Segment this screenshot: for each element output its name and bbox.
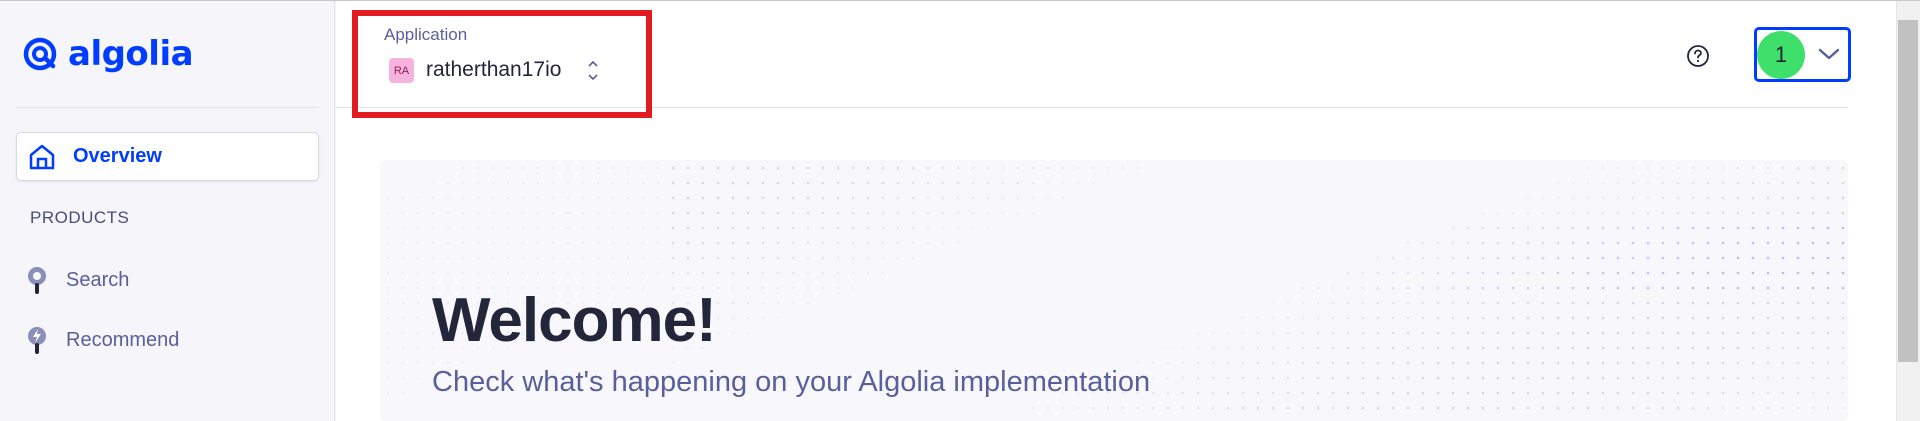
products-section-title: PRODUCTS	[30, 208, 130, 227]
home-icon	[29, 144, 55, 169]
sidebar-item-label: Search	[66, 268, 130, 291]
algolia-logo[interactable]: algolia	[22, 34, 194, 74]
scrollbar-thumb[interactable]	[1898, 20, 1918, 362]
sidebar-item-search[interactable]: Search	[26, 265, 129, 295]
avatar[interactable]: 1	[1757, 31, 1805, 79]
sidebar-item-overview[interactable]: Overview	[16, 132, 319, 181]
recommend-product-icon	[28, 327, 46, 354]
chevron-down-icon[interactable]	[1817, 44, 1841, 69]
sidebar-divider	[16, 107, 319, 108]
search-product-icon	[28, 267, 46, 294]
page-subtitle: Check what's happening on your Algolia i…	[432, 366, 1151, 398]
help-circle-icon[interactable]	[1686, 44, 1710, 73]
algolia-logo-text: algolia	[68, 34, 194, 74]
algolia-logo-icon	[23, 37, 57, 71]
sidebar-item-recommend[interactable]: Recommend	[26, 325, 179, 355]
page-title: Welcome!	[432, 286, 717, 355]
sidebar-item-label: Recommend	[66, 328, 180, 351]
sidebar-item-label: Overview	[73, 145, 162, 167]
application-selector-highlight[interactable]	[352, 10, 652, 118]
